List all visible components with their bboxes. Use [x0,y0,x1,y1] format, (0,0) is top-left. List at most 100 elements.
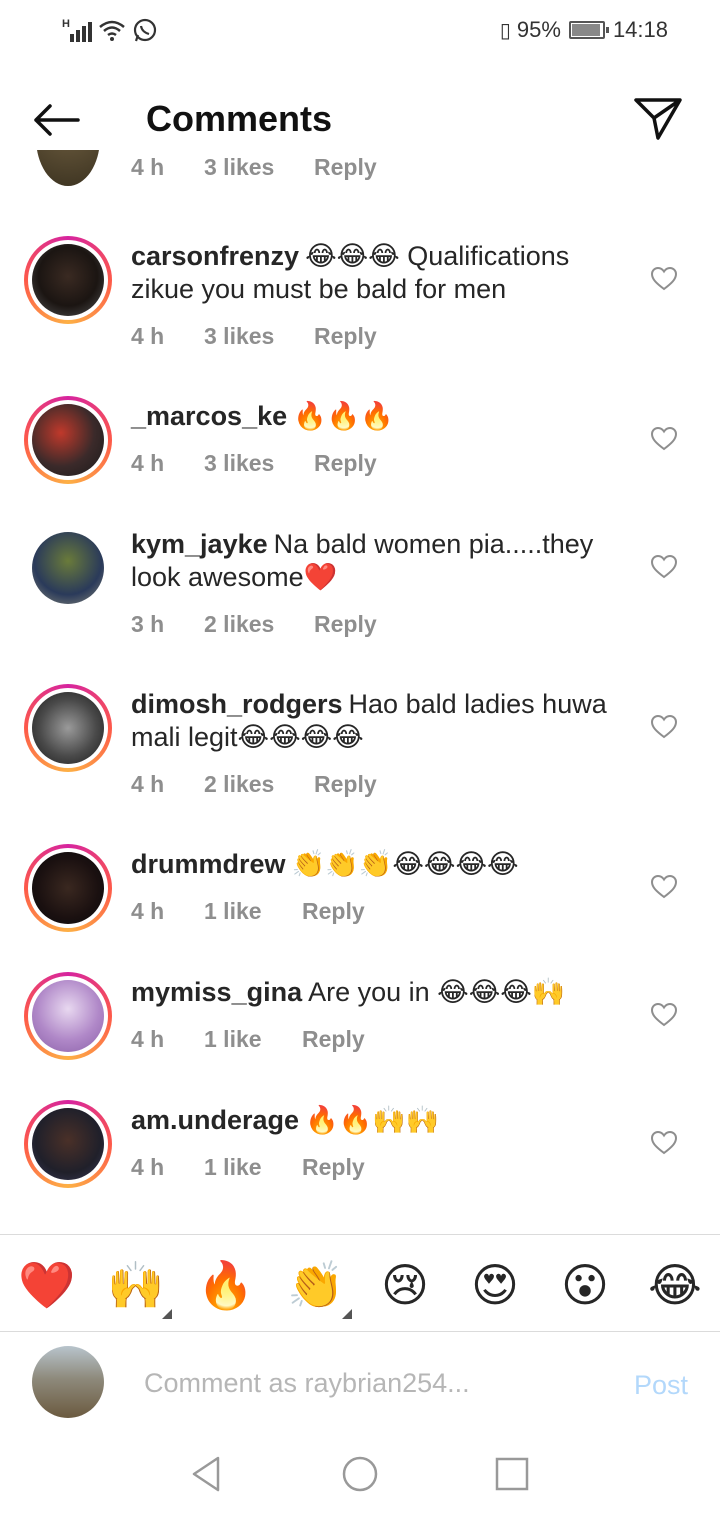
comment-time: 4 h [131,450,165,476]
avatar-image [32,1108,104,1180]
reaction-raised-hands[interactable]: 🙌 [107,1257,164,1313]
heart-icon[interactable] [650,266,678,292]
comment-text: am.underage 🔥🔥🙌🙌 [131,1104,631,1137]
reply-button[interactable]: Reply [314,611,377,638]
comment-username[interactable]: am.underage [131,1105,299,1135]
comment-time: 4 h [131,1026,165,1052]
comment-username[interactable]: mymiss_gina [131,977,302,1007]
reaction-heart-eyes[interactable]: 😍 [467,1257,523,1313]
comment-body: 🔥🔥🙌🙌 [305,1105,440,1135]
comment-meta: 4 h 1 like Reply [131,1154,365,1181]
whatsapp-icon [133,18,157,42]
heart-icon[interactable] [650,426,678,452]
heart-icon[interactable] [650,554,678,580]
vibrate-icon: ▯ [499,19,511,42]
heart-icon[interactable] [650,714,678,740]
heart-icon[interactable] [650,874,678,900]
avatar[interactable] [24,844,112,932]
reaction-bar: ❤️ 🙌 🔥 👏 😢 😍 😮 😂 [0,1234,720,1332]
comment-text: dimosh_rodgers Hao bald ladies huwa mali … [131,688,631,754]
comment-body: Are you in 😂😂😂🙌 [308,977,566,1007]
comment-username[interactable]: dimosh_rodgers [131,689,343,719]
paper-plane-icon[interactable] [632,92,684,144]
heart-icon[interactable] [650,1130,678,1156]
partial-comment: 4 h 3 likes Reply [0,150,720,190]
avatar-image [32,404,104,476]
comment-time: 4 h [131,771,165,797]
comment-likes[interactable]: 1 like [204,1154,302,1181]
comment-meta: 4 h 1 like Reply [131,1026,365,1053]
reaction-laughing[interactable]: 😂 [647,1257,703,1313]
comment-time: 4 h [131,323,165,349]
comment-username[interactable]: carsonfrenzy [131,241,299,271]
avatar-frame [28,528,108,608]
comment-likes[interactable]: 3 likes [204,154,314,181]
battery-percent: 95% [516,17,561,42]
post-button[interactable]: Post [634,1370,688,1401]
status-bar: H ▯ 95% 14:18 [0,0,720,62]
nav-back-icon[interactable] [186,1454,226,1494]
avatar-frame [28,976,108,1056]
comment-likes[interactable]: 2 likes [204,771,314,798]
reply-button[interactable]: Reply [302,1026,365,1053]
system-nav-bar [0,1436,720,1520]
comment-username[interactable]: kym_jayke [131,529,268,559]
reply-button[interactable]: Reply [302,1154,365,1181]
avatar[interactable] [24,972,112,1060]
avatar-image [32,692,104,764]
comment-likes[interactable]: 2 likes [204,611,314,638]
heart-icon[interactable] [650,1002,678,1028]
reply-button[interactable]: Reply [302,898,365,925]
skin-tone-indicator [342,1309,352,1319]
avatar[interactable] [24,1100,112,1188]
comment-input[interactable] [144,1368,604,1399]
reply-button[interactable]: Reply [314,450,377,477]
arrow-left-icon[interactable] [28,96,84,144]
reaction-clap[interactable]: 👏 [287,1257,344,1313]
comment-body: 🔥🔥🔥 [293,401,394,431]
avatar[interactable] [24,684,112,772]
comment-meta: 4 h 3 likes Reply [131,450,377,477]
nav-home-icon[interactable] [340,1454,380,1494]
reaction-heart[interactable]: ❤️ [18,1257,75,1313]
avatar[interactable] [24,396,112,484]
avatar[interactable] [24,236,112,324]
avatar-image [32,980,104,1052]
comment-meta: 4 h 1 like Reply [131,898,365,925]
reply-button[interactable]: Reply [314,771,377,798]
comment-likes[interactable]: 1 like [204,1026,302,1053]
comment-likes[interactable]: 1 like [204,898,302,925]
comment-meta: 4 h 2 likes Reply [131,771,377,798]
status-right: ▯ 95% 14:18 [500,16,668,44]
avatar[interactable] [24,524,112,612]
wifi-icon [99,20,125,41]
comment-time: 4 h [131,154,165,180]
comment-body: 👏👏👏😂😂😂😂 [291,849,519,879]
comment-text: mymiss_gina Are you in 😂😂😂🙌 [131,976,631,1009]
nav-recents-icon[interactable] [492,1454,532,1494]
signal-icon: H [62,18,92,42]
avatar-frame [28,240,108,320]
avatar-image [32,532,104,604]
reaction-crying[interactable]: 😢 [377,1257,433,1313]
reaction-surprised[interactable]: 😮 [557,1257,613,1313]
comment-text: kym_jayke Na bald women pia.....they look… [131,528,631,594]
status-left: H [62,16,158,44]
clock: 14:18 [612,17,668,42]
comment-username[interactable]: drummdrew [131,849,286,879]
reply-button[interactable]: Reply [314,323,377,350]
avatar-frame [28,848,108,928]
avatar-frame [28,400,108,480]
reply-button[interactable]: Reply [314,154,377,181]
comment-text: drummdrew 👏👏👏😂😂😂😂 [131,848,631,881]
page-title: Comments [146,98,333,139]
reaction-fire[interactable]: 🔥 [197,1257,254,1313]
comment-meta: 4 h 3 likes Reply [131,154,377,181]
comment-time: 4 h [131,898,165,924]
comment-time: 4 h [131,1154,165,1180]
comment-text: carsonfrenzy 😂😂😂 Qualifications zikue you… [131,240,631,306]
comment-username[interactable]: _marcos_ke [131,401,287,431]
comment-likes[interactable]: 3 likes [204,323,314,350]
avatar-image [32,244,104,316]
comment-likes[interactable]: 3 likes [204,450,314,477]
